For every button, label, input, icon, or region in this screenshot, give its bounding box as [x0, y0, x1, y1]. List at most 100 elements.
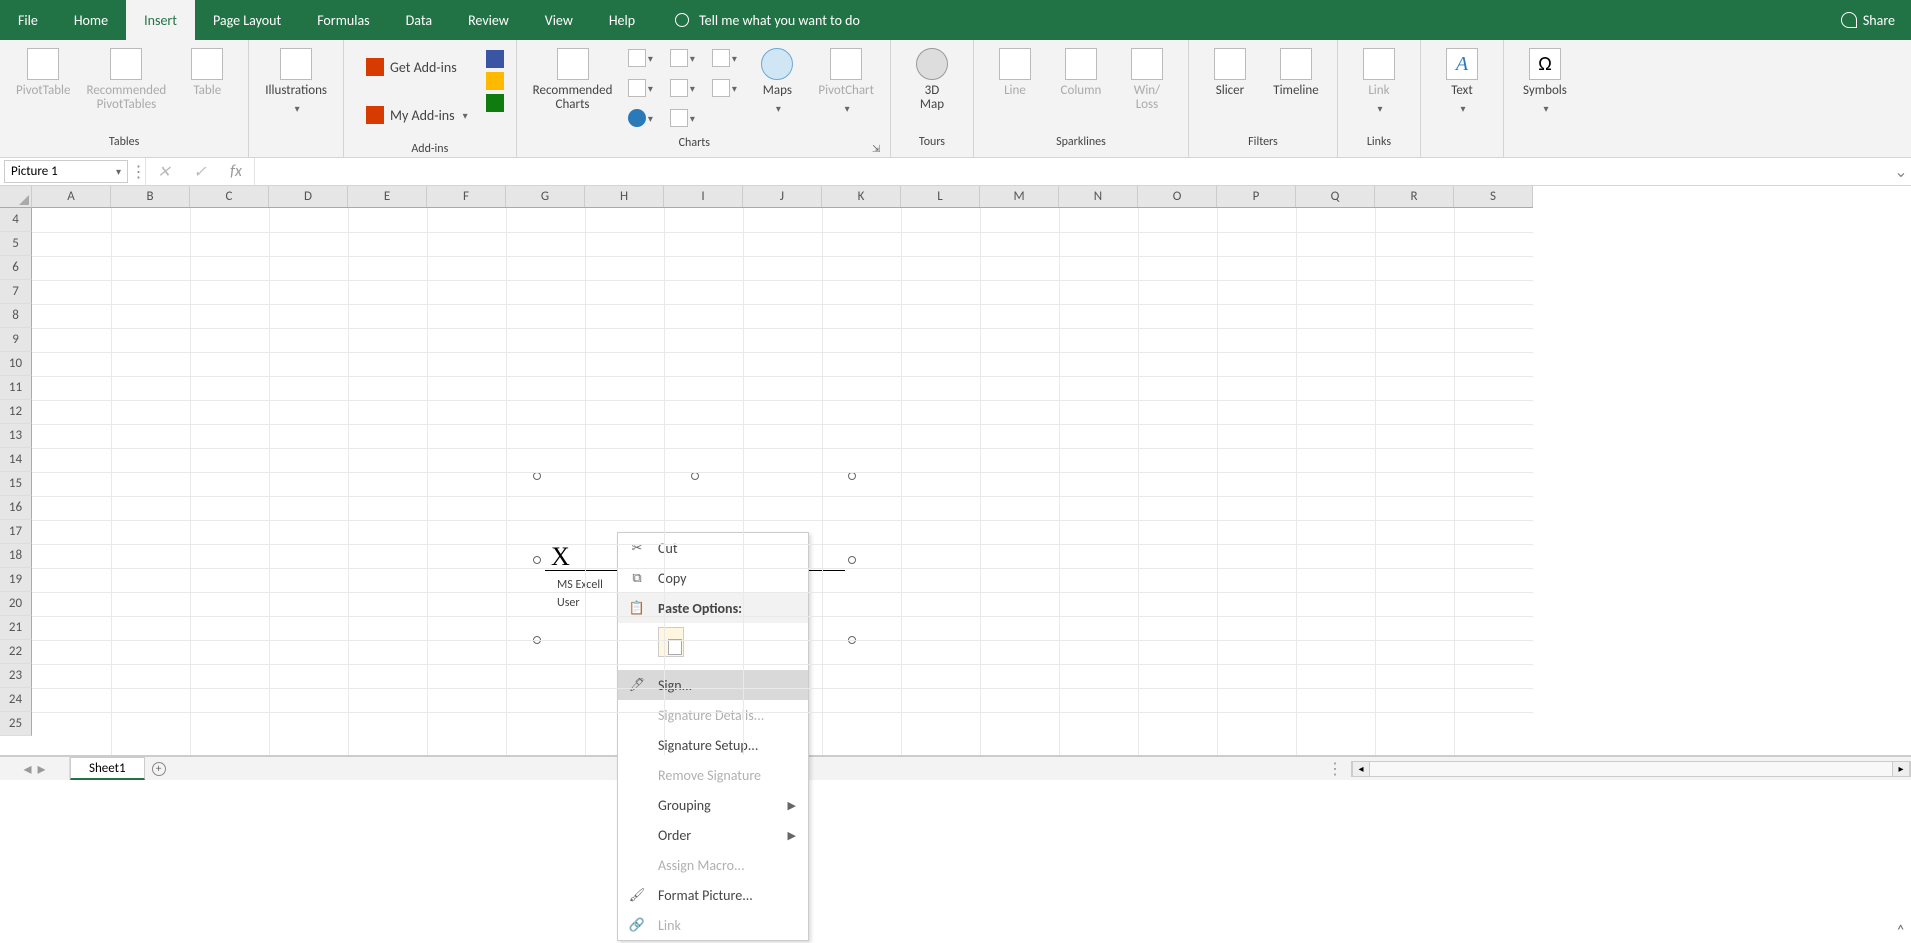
- cancel-button[interactable]: ✕: [146, 158, 182, 185]
- link-button[interactable]: Link ▾: [1346, 44, 1412, 119]
- row-header-14[interactable]: 14: [0, 448, 32, 472]
- column-chart-button[interactable]: ▾: [620, 44, 660, 72]
- tab-nav[interactable]: ◂ ▸: [0, 757, 70, 780]
- row-header-21[interactable]: 21: [0, 616, 32, 640]
- timeline-button[interactable]: Timeline: [1263, 44, 1329, 102]
- ctx-sign[interactable]: 🖊 Sign...: [618, 670, 808, 700]
- menu-review[interactable]: Review: [450, 0, 527, 40]
- column-header-N[interactable]: N: [1059, 186, 1138, 207]
- ctx-grouping[interactable]: Grouping ▶: [618, 790, 808, 820]
- column-header-H[interactable]: H: [585, 186, 664, 207]
- column-header-L[interactable]: L: [901, 186, 980, 207]
- share-button[interactable]: Share: [1841, 0, 1895, 40]
- tab-hsplit-handle[interactable]: ⋮: [1319, 759, 1351, 779]
- people-addin-icon[interactable]: [486, 94, 504, 112]
- pivotchart-button[interactable]: PivotChart ▾: [810, 44, 882, 119]
- hscroll-left-button[interactable]: ◂: [1352, 762, 1370, 776]
- column-header-I[interactable]: I: [664, 186, 743, 207]
- resize-handle[interactable]: [533, 556, 541, 564]
- row-header-19[interactable]: 19: [0, 568, 32, 592]
- formula-input[interactable]: [254, 158, 1891, 185]
- column-header-R[interactable]: R: [1375, 186, 1454, 207]
- row-header-15[interactable]: 15: [0, 472, 32, 496]
- hscroll-track[interactable]: [1370, 762, 1892, 776]
- column-header-B[interactable]: B: [111, 186, 190, 207]
- combo-chart-button[interactable]: ▾: [704, 74, 744, 102]
- resize-handle[interactable]: [533, 472, 541, 480]
- row-header-13[interactable]: 13: [0, 424, 32, 448]
- map3d-button[interactable]: 3D Map: [899, 44, 965, 117]
- pie-chart-button[interactable]: ▾: [620, 104, 660, 132]
- fx-icon[interactable]: fx: [218, 158, 254, 185]
- column-header-K[interactable]: K: [822, 186, 901, 207]
- row-header-20[interactable]: 20: [0, 592, 32, 616]
- row-header-24[interactable]: 24: [0, 688, 32, 712]
- column-header-F[interactable]: F: [427, 186, 506, 207]
- row-header-6[interactable]: 6: [0, 256, 32, 280]
- row-header-7[interactable]: 7: [0, 280, 32, 304]
- sheet-tab-sheet1[interactable]: Sheet1: [70, 757, 145, 780]
- get-addins-button[interactable]: Get Add-ins: [358, 52, 476, 82]
- recommended-pivottables-button[interactable]: Recommended PivotTables: [79, 44, 175, 117]
- name-box[interactable]: Picture 1 ▾: [4, 160, 128, 183]
- collapse-ribbon-button[interactable]: ˄: [1896, 922, 1905, 941]
- tab-next-icon[interactable]: ▸: [38, 759, 46, 779]
- sparkline-line-button[interactable]: Line: [982, 44, 1048, 102]
- bing-addin-icon[interactable]: [486, 72, 504, 90]
- hscroll-right-button[interactable]: ▸: [1892, 762, 1910, 776]
- slicer-button[interactable]: Slicer: [1197, 44, 1263, 102]
- menu-help[interactable]: Help: [591, 0, 653, 40]
- column-header-Q[interactable]: Q: [1296, 186, 1375, 207]
- row-header-23[interactable]: 23: [0, 664, 32, 688]
- tab-prev-icon[interactable]: ◂: [23, 759, 31, 779]
- row-header-9[interactable]: 9: [0, 328, 32, 352]
- text-button[interactable]: A Text ▾: [1429, 44, 1495, 119]
- column-header-S[interactable]: S: [1454, 186, 1533, 207]
- row-header-12[interactable]: 12: [0, 400, 32, 424]
- row-header-25[interactable]: 25: [0, 712, 32, 736]
- symbols-button[interactable]: Ω Symbols ▾: [1512, 44, 1578, 119]
- column-header-O[interactable]: O: [1138, 186, 1217, 207]
- statistic-chart-button[interactable]: ▾: [662, 74, 702, 102]
- ctx-cut[interactable]: ✂ Cut: [618, 533, 808, 563]
- sparkline-winloss-button[interactable]: Win/ Loss: [1114, 44, 1180, 117]
- recommended-charts-button[interactable]: Recommended Charts: [525, 44, 621, 117]
- waterfall-chart-button[interactable]: ▾: [704, 44, 744, 72]
- formula-bar-split[interactable]: ⋮: [132, 158, 146, 185]
- menu-data[interactable]: Data: [388, 0, 450, 40]
- menu-page-layout[interactable]: Page Layout: [195, 0, 299, 40]
- ctx-order[interactable]: Order ▶: [618, 820, 808, 850]
- namebox-dropdown-icon[interactable]: ▾: [116, 165, 121, 178]
- column-header-C[interactable]: C: [190, 186, 269, 207]
- menu-formulas[interactable]: Formulas: [299, 0, 387, 40]
- cells[interactable]: X MS Excell User ✂ Cut ⧉ Copy 📋 Past: [32, 208, 1533, 755]
- visio-addin-icon[interactable]: [486, 50, 504, 68]
- row-header-16[interactable]: 16: [0, 496, 32, 520]
- expand-formula-bar[interactable]: ⌄: [1891, 158, 1911, 185]
- row-header-18[interactable]: 18: [0, 544, 32, 568]
- row-header-17[interactable]: 17: [0, 520, 32, 544]
- menu-home[interactable]: Home: [56, 0, 126, 40]
- column-header-A[interactable]: A: [32, 186, 111, 207]
- sparkline-column-button[interactable]: Column: [1048, 44, 1114, 102]
- pivottable-button[interactable]: PivotTable: [8, 44, 79, 102]
- row-header-11[interactable]: 11: [0, 376, 32, 400]
- column-header-D[interactable]: D: [269, 186, 348, 207]
- column-header-G[interactable]: G: [506, 186, 585, 207]
- column-header-P[interactable]: P: [1217, 186, 1296, 207]
- row-header-10[interactable]: 10: [0, 352, 32, 376]
- row-header-8[interactable]: 8: [0, 304, 32, 328]
- resize-handle[interactable]: [848, 556, 856, 564]
- menu-file[interactable]: File: [0, 0, 56, 40]
- column-header-J[interactable]: J: [743, 186, 822, 207]
- scatter-chart-button[interactable]: ▾: [662, 104, 702, 132]
- menu-insert[interactable]: Insert: [126, 0, 195, 40]
- select-all-corner[interactable]: [0, 186, 32, 208]
- charts-dialog-launcher[interactable]: ⇲: [872, 142, 886, 156]
- my-addins-button[interactable]: My Add-ins ▾: [358, 100, 476, 130]
- row-header-22[interactable]: 22: [0, 640, 32, 664]
- row-header-4[interactable]: 4: [0, 208, 32, 232]
- tell-me-search[interactable]: Tell me what you want to do: [653, 0, 860, 40]
- add-sheet-button[interactable]: +: [145, 757, 173, 780]
- ctx-signature-setup[interactable]: Signature Setup...: [618, 730, 808, 760]
